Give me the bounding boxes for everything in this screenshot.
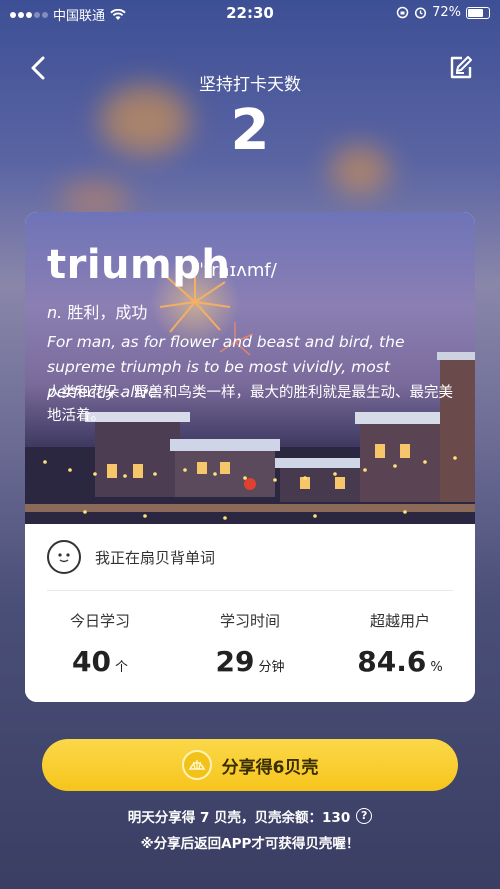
stat-label: 学习时间 xyxy=(219,612,280,630)
battery-percent: 72% xyxy=(432,5,461,20)
share-button[interactable]: 分享得6贝壳 xyxy=(42,739,458,791)
status-right: 72% xyxy=(396,5,490,20)
vocab-phonetic: /ˈtraɪʌmf/ xyxy=(193,260,277,281)
alarm-icon xyxy=(415,7,427,19)
card-stats-panel: 我正在扇贝背单词 今日学习 40 个 学习时间 29 分钟 超越用户 84.6% xyxy=(25,524,475,702)
vocab-definition: n. 胜利，成功 xyxy=(47,299,147,323)
rotation-lock-icon xyxy=(396,6,409,19)
stat-surpass: 超越用户 84.6% xyxy=(325,610,475,678)
stat-value: 84.6% xyxy=(357,645,443,678)
stat-label: 超越用户 xyxy=(369,612,430,630)
app-logo-icon xyxy=(47,540,81,574)
status-bar: 中国联通 22:30 72% xyxy=(0,0,500,26)
divider xyxy=(47,590,453,591)
share-note-text: 明天分享得 7 贝壳，贝壳余额：130 xyxy=(127,810,351,826)
card-illustration: triumph /ˈtraɪʌmf/ n. 胜利，成功 For man, as … xyxy=(25,212,475,524)
share-button-label: 分享得6贝壳 xyxy=(221,757,319,778)
help-icon[interactable]: ? xyxy=(356,808,373,824)
shell-coin-icon xyxy=(181,750,212,780)
part-of-speech: n. xyxy=(47,303,63,322)
share-hint: ※分享后返回APP才可获得贝壳喔！ xyxy=(140,836,360,852)
stat-label: 今日学习 xyxy=(69,612,130,630)
example-sentence-zh: 人类和花朵、野兽和鸟类一样，最大的胜利就是最生动、最完美地活着。 xyxy=(47,385,453,424)
battery-icon xyxy=(466,6,490,19)
stat-time: 学习时间 29 分钟 xyxy=(175,610,325,678)
word-card: triumph /ˈtraɪʌmf/ n. 胜利，成功 For man, as … xyxy=(25,212,475,702)
stats-row: 今日学习 40 个 学习时间 29 分钟 超越用户 84.6% xyxy=(25,610,475,678)
stat-today: 今日学习 40 个 xyxy=(25,610,175,678)
meaning: 胜利，成功 xyxy=(67,303,148,322)
stat-value: 40 个 xyxy=(72,645,128,678)
page-title: 坚持打卡天数 xyxy=(199,75,301,95)
stat-value: 29 分钟 xyxy=(215,645,285,678)
app-promo-text: 我正在扇贝背单词 xyxy=(95,548,216,567)
share-note: 明天分享得 7 贝壳，贝壳余额：130 ? xyxy=(0,806,500,826)
app-promo: 我正在扇贝背单词 xyxy=(47,540,215,574)
streak-days: 2 xyxy=(230,98,270,163)
